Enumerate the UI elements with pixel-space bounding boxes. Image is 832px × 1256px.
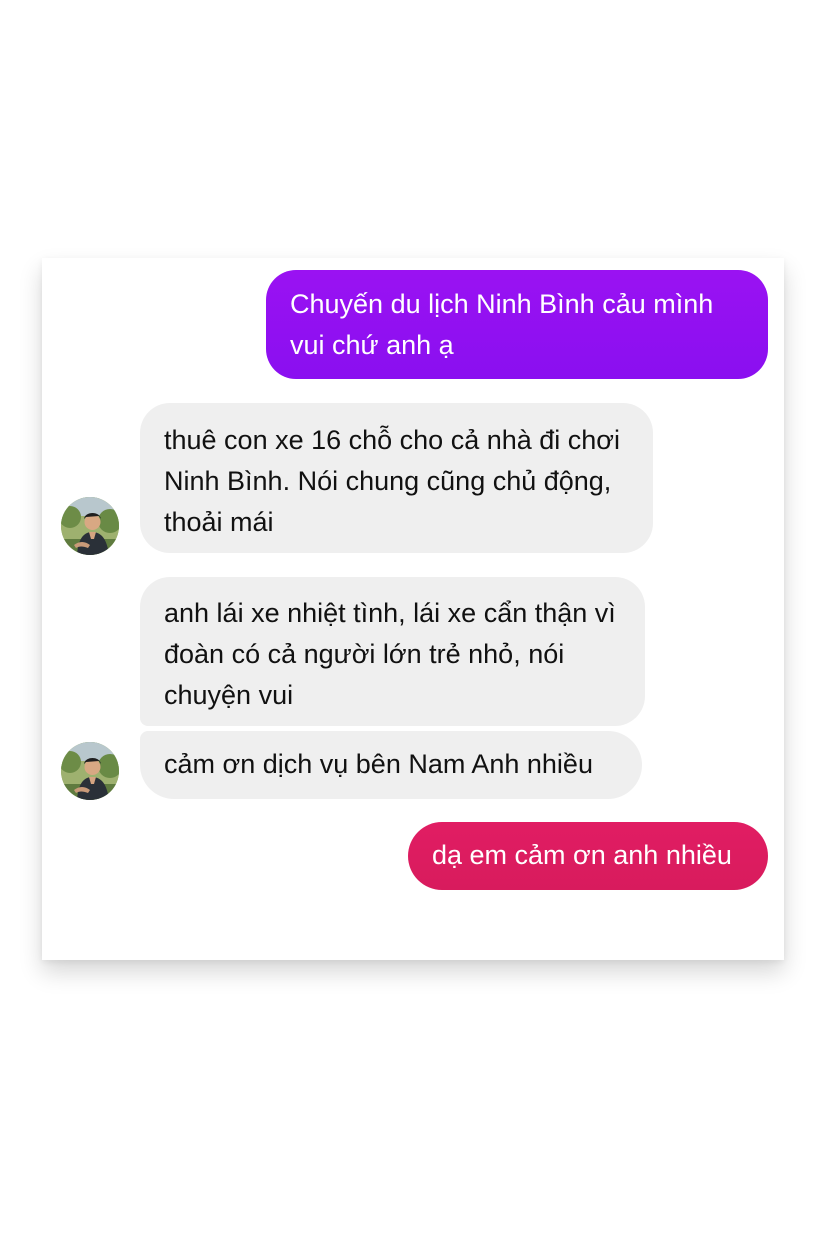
received-message-bubble[interactable]: thuê con xe 16 chỗ cho cả nhà đi chơi Ni… (140, 403, 653, 553)
sent-message-bubble[interactable]: Chuyến du lịch Ninh Bình cảu mình vui ch… (266, 270, 768, 379)
message-text: cảm ơn dịch vụ bên Nam Anh nhiều (164, 749, 593, 779)
message-text: dạ em cảm ơn anh nhiều (432, 840, 732, 870)
person-avatar-icon (61, 742, 119, 800)
received-message-bubble[interactable]: anh lái xe nhiệt tình, lái xe cẩn thận v… (140, 577, 645, 726)
customer-avatar[interactable] (61, 742, 119, 800)
message-text: thuê con xe 16 chỗ cho cả nhà đi chơi Ni… (164, 425, 621, 537)
customer-avatar[interactable] (61, 497, 119, 555)
received-message-bubble[interactable]: cảm ơn dịch vụ bên Nam Anh nhiều (140, 731, 642, 799)
message-text: anh lái xe nhiệt tình, lái xe cẩn thận v… (164, 598, 616, 710)
sent-message-bubble[interactable]: dạ em cảm ơn anh nhiều (408, 822, 768, 890)
message-text: Chuyến du lịch Ninh Bình cảu mình vui ch… (290, 289, 714, 360)
person-avatar-icon (61, 497, 119, 555)
chat-screenshot-card: Chuyến du lịch Ninh Bình cảu mình vui ch… (42, 258, 784, 960)
